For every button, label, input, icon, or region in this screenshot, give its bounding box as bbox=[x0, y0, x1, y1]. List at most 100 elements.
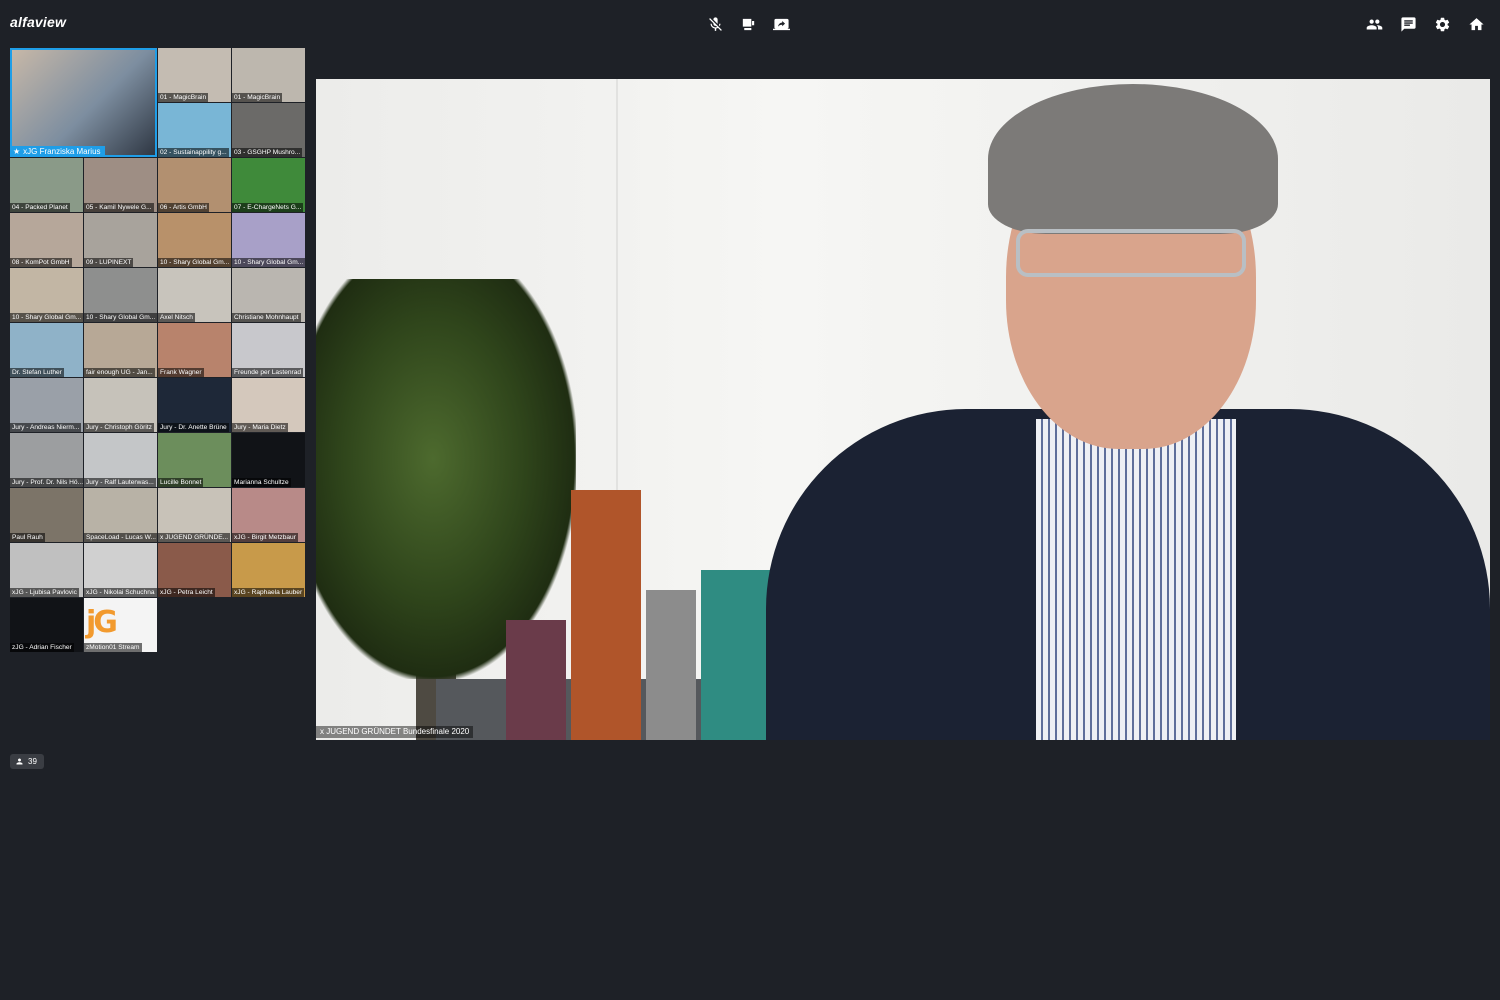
tile-label: Dr. Stefan Luther bbox=[10, 368, 64, 377]
participant-tile[interactable]: 10 - Shary Global Gm... bbox=[158, 213, 231, 267]
tile-label: fair enough UG - Jan... bbox=[84, 368, 155, 377]
participant-tile[interactable]: 02 - Sustainappility g... bbox=[158, 103, 231, 157]
participant-tile[interactable]: fair enough UG - Jan... bbox=[84, 323, 157, 377]
skyline-building bbox=[646, 590, 696, 740]
participant-tile[interactable]: 10 - Shary Global Gm... bbox=[84, 268, 157, 322]
participant-tile[interactable]: SpaceLoad - Lucas W... bbox=[84, 488, 157, 542]
tile-label: 02 - Sustainappility g... bbox=[158, 148, 229, 157]
participant-tile[interactable]: 01 - MagicBrain bbox=[158, 48, 231, 102]
tile-label: xJG - Petra Leicht bbox=[158, 588, 215, 597]
jg-logo: jG bbox=[86, 605, 118, 640]
participant-tile[interactable]: jG zMotion01 Stream bbox=[84, 598, 157, 652]
participant-tile[interactable]: Frank Wagner bbox=[158, 323, 231, 377]
tile-label: x JUGEND GRÜNDE... bbox=[158, 533, 231, 542]
tile-label: Jury - Dr. Anette Brüne bbox=[158, 423, 229, 432]
speaker-shirt bbox=[1036, 419, 1236, 740]
participant-count: 39 bbox=[28, 757, 37, 766]
participant-tile[interactable]: 01 - MagicBrain bbox=[232, 48, 305, 102]
tile-label: 10 - Shary Global Gm... bbox=[84, 313, 157, 322]
bonsai-tree bbox=[316, 279, 576, 679]
home-icon[interactable] bbox=[1467, 14, 1486, 34]
featured-video-tile[interactable]: ★ xJG Franziska Marius bbox=[10, 48, 157, 157]
chat-icon[interactable] bbox=[1399, 14, 1418, 34]
tile-label: Jury - Christoph Göritz bbox=[84, 423, 154, 432]
participant-tile[interactable]: Dr. Stefan Luther bbox=[10, 323, 83, 377]
tile-label: xJG - Birgit Metzbaur bbox=[232, 533, 298, 542]
participant-tile[interactable]: Jury - Andreas Nierm... bbox=[10, 378, 83, 432]
tile-label: zJG - Adrian Fischer bbox=[10, 643, 74, 652]
participant-tile[interactable]: Christiane Mohnhaupt bbox=[232, 268, 305, 322]
app-logo: alfaview bbox=[10, 14, 67, 30]
tile-label: 03 - GSGHP Mushro... bbox=[232, 148, 303, 157]
tile-label: 09 - LUPINEXT bbox=[84, 258, 134, 267]
participant-tile[interactable]: zJG - Adrian Fischer bbox=[10, 598, 83, 652]
participant-tile[interactable]: Jury - Christoph Göritz bbox=[84, 378, 157, 432]
tile-label: SpaceLoad - Lucas W... bbox=[84, 533, 157, 542]
screen-share-icon[interactable] bbox=[772, 14, 791, 34]
main-video[interactable]: x JUGEND GRÜNDET Bundesfinale 2020 bbox=[316, 79, 1490, 740]
tile-label: 05 - Kamil Nywele G... bbox=[84, 203, 154, 212]
featured-tile-name: xJG Franziska Marius bbox=[23, 147, 101, 156]
tile-label: Lucille Bonnet bbox=[158, 478, 204, 487]
participants-icon[interactable] bbox=[1365, 14, 1384, 34]
participant-tile[interactable]: Axel Nitsch bbox=[158, 268, 231, 322]
participant-tile[interactable]: xJG - Birgit Metzbaur bbox=[232, 488, 305, 542]
speaker-hair bbox=[988, 84, 1278, 234]
tile-label: Marianna Schultze bbox=[232, 478, 291, 487]
top-bar: alfaview bbox=[0, 0, 1500, 48]
participant-tile[interactable]: 07 - E-ChargeNets G... bbox=[232, 158, 305, 212]
participant-tile[interactable]: 05 - Kamil Nywele G... bbox=[84, 158, 157, 212]
participant-tile[interactable]: Jury - Maria Dietz bbox=[232, 378, 305, 432]
skyline-building bbox=[571, 490, 641, 740]
participant-count-badge[interactable]: 39 bbox=[10, 754, 44, 769]
tile-label: Jury - Andreas Nierm... bbox=[10, 423, 82, 432]
tile-label: 07 - E-ChargeNets G... bbox=[232, 203, 304, 212]
tile-label: Frank Wagner bbox=[158, 368, 204, 377]
tile-label: zMotion01 Stream bbox=[84, 643, 142, 652]
participant-tile[interactable]: x JUGEND GRÜNDE... bbox=[158, 488, 231, 542]
tile-label: Freunde per Lastenrad bbox=[232, 368, 304, 377]
tile-label: 06 - Artis GmbH bbox=[158, 203, 209, 212]
camera-icon[interactable] bbox=[739, 14, 758, 34]
participant-tile[interactable]: 06 - Artis GmbH bbox=[158, 158, 231, 212]
tile-label: xJG - Raphaela Lauber bbox=[232, 588, 305, 597]
participant-tile[interactable]: Jury - Dr. Anette Brüne bbox=[158, 378, 231, 432]
participant-tile[interactable]: Lucille Bonnet bbox=[158, 433, 231, 487]
participant-tile[interactable]: xJG - Nikolai Schuchna bbox=[84, 543, 157, 597]
tile-label: 10 - Shary Global Gm... bbox=[10, 313, 83, 322]
tile-label: Paul Rauh bbox=[10, 533, 45, 542]
settings-icon[interactable] bbox=[1433, 14, 1452, 34]
mic-off-icon[interactable] bbox=[706, 14, 725, 34]
star-icon: ★ bbox=[13, 147, 21, 156]
participant-tile[interactable]: 10 - Shary Global Gm... bbox=[10, 268, 83, 322]
participant-tile[interactable]: 09 - LUPINEXT bbox=[84, 213, 157, 267]
tile-label: ★ xJG Franziska Marius bbox=[10, 146, 105, 157]
participant-grid: ★ xJG Franziska Marius 01 - MagicBrain 01… bbox=[10, 48, 306, 652]
participant-tile[interactable]: 03 - GSGHP Mushro... bbox=[232, 103, 305, 157]
participant-tile[interactable]: Marianna Schultze bbox=[232, 433, 305, 487]
tile-label: 10 - Shary Global Gm... bbox=[158, 258, 231, 267]
tile-label: xJG - Nikolai Schuchna bbox=[84, 588, 157, 597]
tile-label: Jury - Prof. Dr. Nils Hö... bbox=[10, 478, 83, 487]
participant-tile[interactable]: Freunde per Lastenrad bbox=[232, 323, 305, 377]
window-controls bbox=[1365, 14, 1486, 34]
tile-label: 10 - Shary Global Gm... bbox=[232, 258, 305, 267]
participant-tile[interactable]: 10 - Shary Global Gm... bbox=[232, 213, 305, 267]
main-video-label: x JUGEND GRÜNDET Bundesfinale 2020 bbox=[316, 726, 474, 738]
tile-label: Christiane Mohnhaupt bbox=[232, 313, 301, 322]
media-controls bbox=[706, 14, 791, 34]
tile-label: 01 - MagicBrain bbox=[158, 93, 209, 102]
person-icon bbox=[16, 758, 23, 765]
participant-tile[interactable]: xJG - Petra Leicht bbox=[158, 543, 231, 597]
participant-tile[interactable]: 08 - KomPot GmbH bbox=[10, 213, 83, 267]
tile-label: Axel Nitsch bbox=[158, 313, 195, 322]
tile-label: 08 - KomPot GmbH bbox=[10, 258, 72, 267]
tile-label: Jury - Ralf Lauterwas... bbox=[84, 478, 156, 487]
tile-label: 04 - Packed Planet bbox=[10, 203, 70, 212]
participant-tile[interactable]: Paul Rauh bbox=[10, 488, 83, 542]
participant-tile[interactable]: 04 - Packed Planet bbox=[10, 158, 83, 212]
participant-tile[interactable]: Jury - Ralf Lauterwas... bbox=[84, 433, 157, 487]
participant-tile[interactable]: Jury - Prof. Dr. Nils Hö... bbox=[10, 433, 83, 487]
participant-tile[interactable]: xJG - Raphaela Lauber bbox=[232, 543, 305, 597]
participant-tile[interactable]: xJG - Ljubisa Pavlovic bbox=[10, 543, 83, 597]
